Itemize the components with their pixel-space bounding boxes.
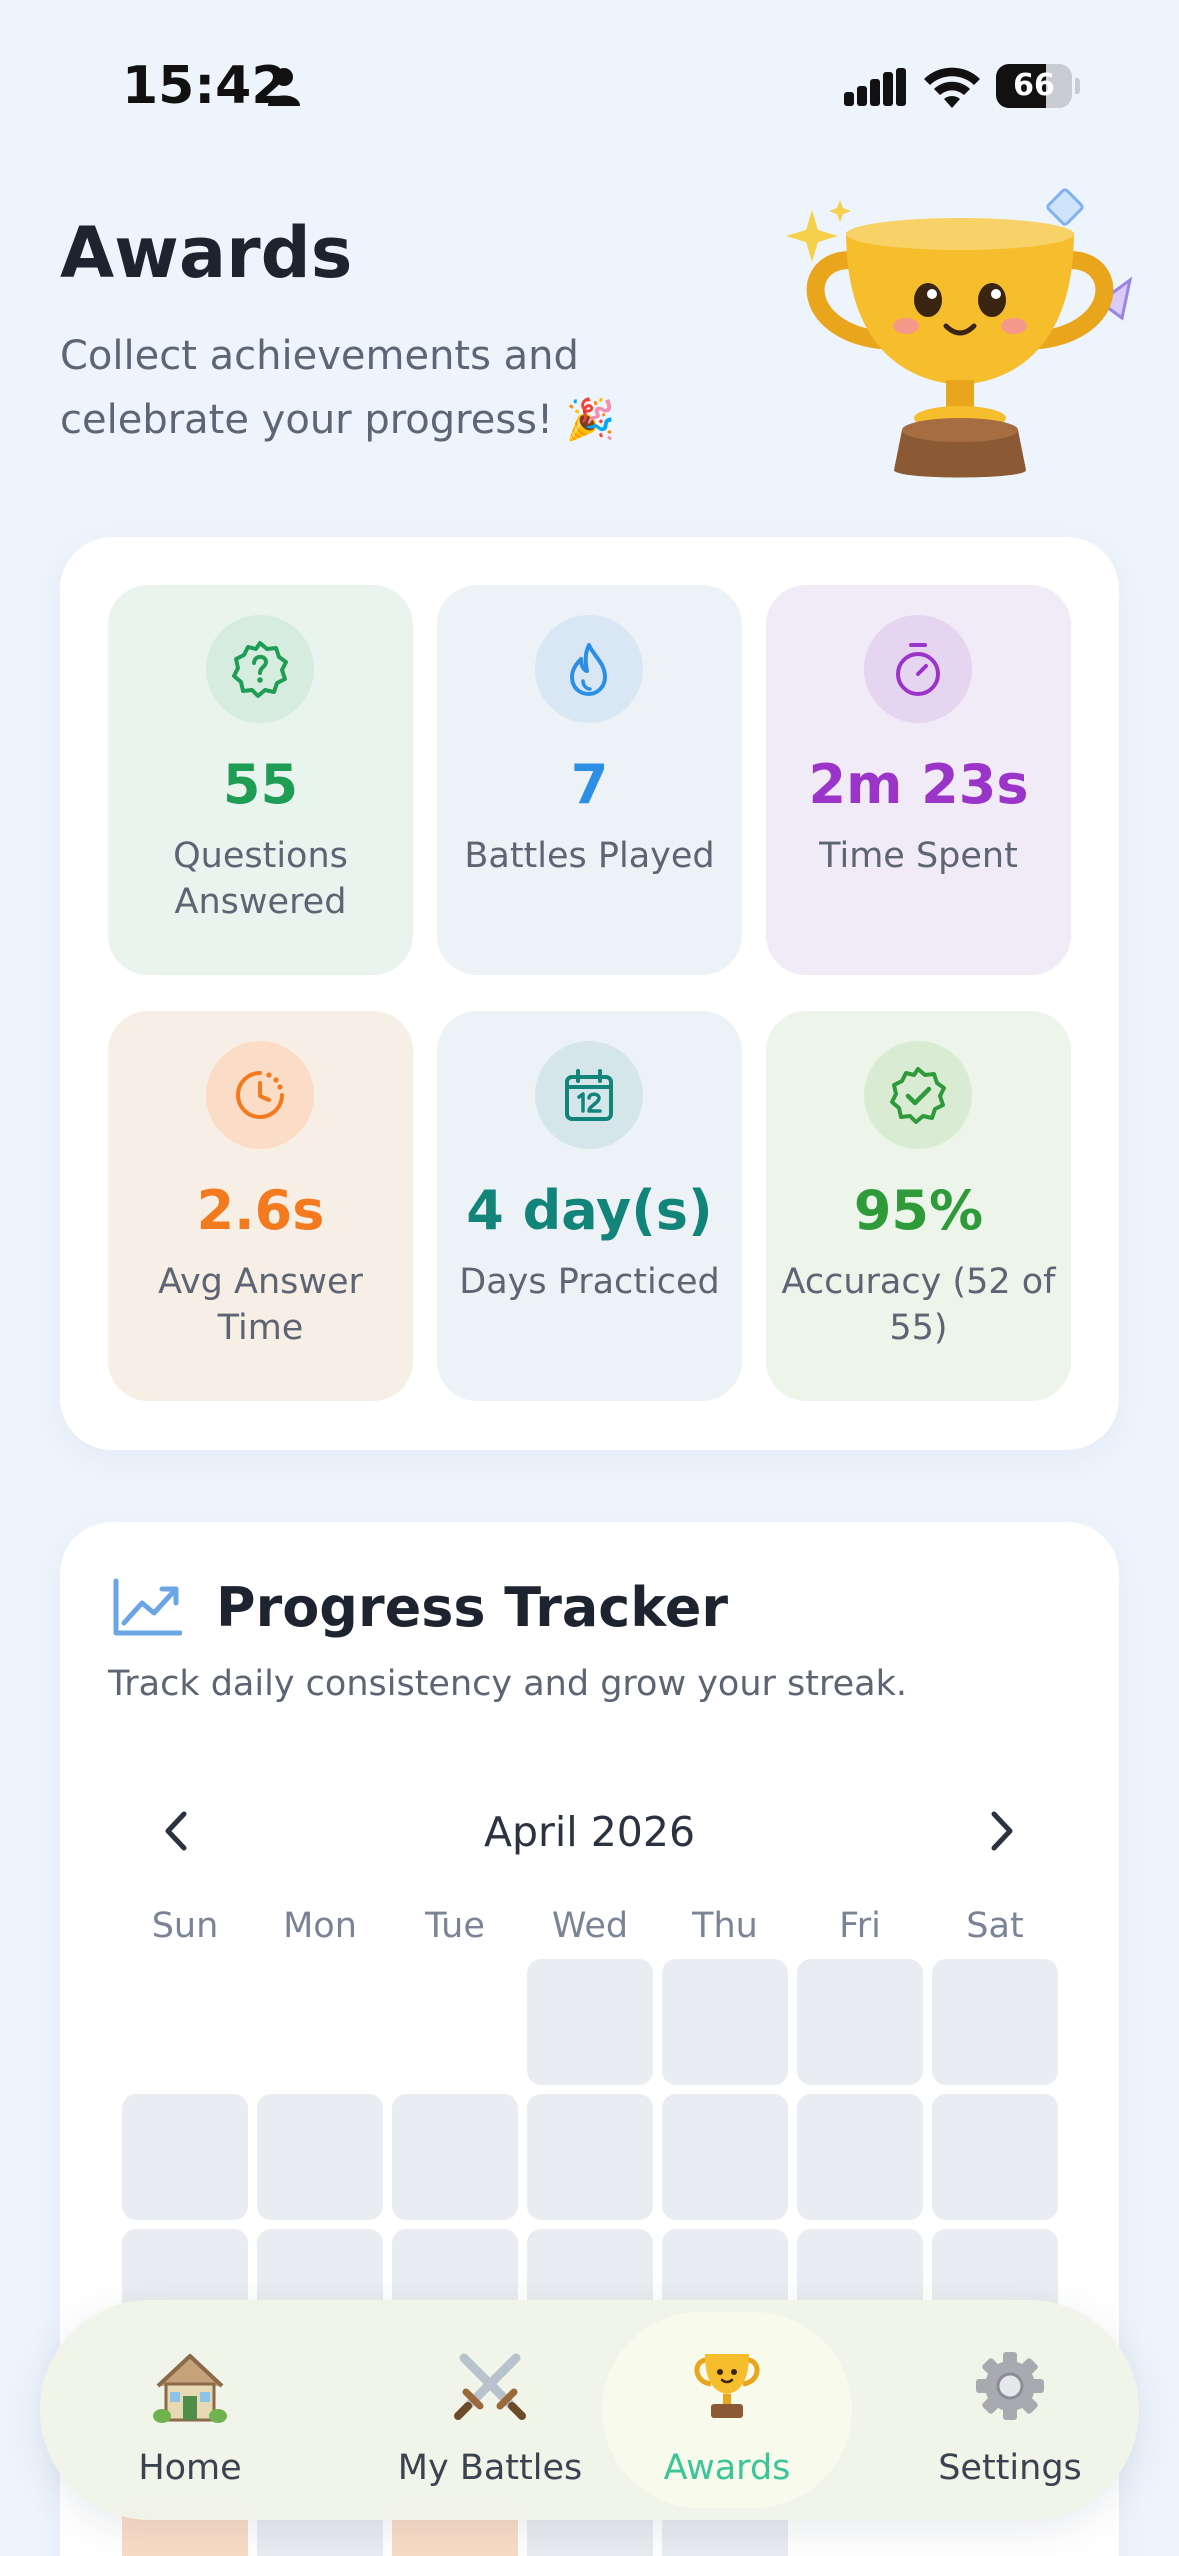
stat-label: Accuracy (52 of 55) [781,1262,1056,1348]
calendar-day-cell[interactable] [257,2094,383,2220]
diamond-icon [1046,188,1084,226]
month-navigator: April 2026 [60,1802,1119,1862]
bottom-tab-bar: Home My Battles Awards Settings [40,2300,1139,2520]
chevron-right-icon[interactable] [976,1806,1026,1856]
weekday-fri: Fri [839,1906,881,1946]
stat-value: 7 [570,753,609,816]
weekday-sat: Sat [966,1906,1024,1946]
tab-awards-label: Awards [663,2448,791,2488]
stats-card: 55 Questions Answered 7 Battles Played 2… [60,537,1119,1450]
stat-label: Time Spent [819,836,1018,876]
stat-label: Questions Answered [173,836,348,922]
calendar-day-cell[interactable] [932,1959,1058,2085]
month-label: April 2026 [483,1808,696,1856]
stat-tile-time-spent: 2m 23s Time Spent [766,585,1071,975]
stopwatch-icon [896,643,940,696]
crossed-swords-icon [454,2353,526,2420]
stat-tile-questions: 55 Questions Answered [108,585,413,975]
tab-my-battles-label: My Battles [397,2448,583,2488]
stat-label: Avg Answer Time [158,1262,363,1348]
stat-icon-circle [535,1041,643,1149]
calendar-day-cell[interactable] [797,2094,923,2220]
weekday-mon: Mon [283,1906,357,1946]
trend-chart-icon [113,1578,182,1636]
weekday-tue: Tue [425,1906,485,1946]
calendar-day-cell[interactable] [392,2094,518,2220]
weekday-thu: Thu [692,1906,758,1946]
tab-settings[interactable]: Settings [900,2300,1120,2520]
stat-icon-circle [535,615,643,723]
stat-value: 4 day(s) [466,1179,713,1242]
flame-icon [570,643,607,696]
stat-value: 2m 23s [808,753,1029,816]
stat-icon-circle [206,1041,314,1149]
person-icon [268,68,300,106]
weekday-sun: Sun [151,1906,219,1946]
wifi-icon [924,67,980,108]
tab-settings-label: Settings [938,2448,1082,2488]
tab-home-label: Home [138,2448,242,2488]
calendar-day-cell[interactable] [797,1959,923,2085]
stat-value: 55 [222,753,299,816]
stat-value: 95% [853,1179,984,1242]
stat-tile-days-practiced: 4 day(s) Days Practiced [437,1011,742,1401]
calendar-day-cell[interactable] [662,1959,788,2085]
calendar-day-cell[interactable] [662,2094,788,2220]
stat-label: Days Practiced [459,1262,720,1302]
calendar-day-cell[interactable] [932,2094,1058,2220]
page-subtitle: Collect achievements and celebrate your … [60,333,616,443]
calendar-day-cell[interactable] [122,2094,248,2220]
trophy-icon [694,2354,760,2418]
calendar-icon [565,1069,613,1121]
calendar-day-cell[interactable] [527,2094,653,2220]
status-time: 15:42 [122,56,288,116]
progress-tracker-title: Progress Tracker [216,1576,728,1639]
stat-icon-circle [864,615,972,723]
page-title: Awards [60,212,353,294]
cellular-signal-icon [844,68,906,106]
battery-level-text: 66 [1013,68,1055,103]
stat-label: Battles Played [464,836,715,876]
tab-home[interactable]: Home [90,2300,290,2520]
weekday-wed: Wed [551,1906,629,1946]
tab-awards[interactable]: Awards [602,2300,852,2520]
stat-value: 2.6s [196,1179,325,1242]
calendar-day-cell[interactable] [527,1959,653,2085]
gear-icon [976,2352,1044,2420]
question-badge-icon [232,641,288,698]
sparkle-icon [786,210,838,262]
check-badge-icon [890,1067,946,1124]
trophy-mascot-illustration [786,188,1133,478]
stat-tile-battles: 7 Battles Played [437,585,742,975]
tab-my-battles[interactable]: My Battles [350,2300,630,2520]
house-icon [153,2354,227,2423]
stat-tile-accuracy: 95% Accuracy (52 of 55) [766,1011,1071,1401]
battery-indicator: 66 [996,64,1080,108]
progress-tracker-subtitle: Track daily consistency and grow your st… [108,1664,907,1704]
stat-icon-circle [206,615,314,723]
stat-tile-avg-answer-time: 2.6s Avg Answer Time [108,1011,413,1401]
status-bar: 15:42 66 [0,0,1179,170]
stat-icon-circle [864,1041,972,1149]
clock-icon [236,1071,284,1119]
